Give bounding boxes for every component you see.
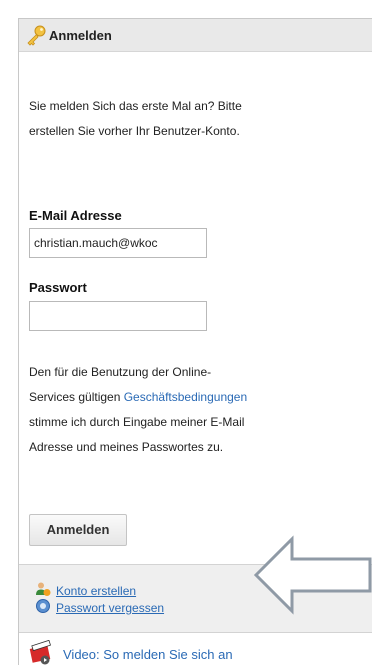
terms-line-2: Services gültigen Geschäftsbedingungen [29, 385, 372, 410]
key-icon [25, 24, 47, 46]
video-label: Video: So melden Sie sich an [63, 647, 233, 662]
email-field[interactable]: christian.mauch@wkoc [29, 228, 207, 258]
terms-line-3: stimme ich durch Eingabe meiner E-Mail [29, 415, 245, 429]
intro-line-2: erstellen Sie vorher Ihr Benutzer-Konto. [29, 124, 240, 138]
forgot-password-row: Passwort vergessen [35, 598, 164, 617]
terms-link[interactable]: Geschäftsbedingungen [124, 390, 247, 404]
password-field[interactable] [29, 301, 207, 331]
terms-line-4: Adresse und meines Passwortes zu. [29, 440, 224, 454]
email-label: E-Mail Adresse [29, 208, 122, 223]
panel-title: Anmelden [49, 27, 112, 43]
help-icon [35, 598, 51, 617]
intro-text: Sie melden Sich das erste Mal an? Bitte … [29, 94, 369, 144]
forgot-password-link[interactable]: Passwort vergessen [56, 601, 164, 615]
arrow-left-icon [254, 535, 372, 615]
panel-header: Anmelden [19, 18, 372, 52]
password-label: Passwort [29, 280, 87, 295]
intro-line-1: Sie melden Sich das erste Mal an? Bitte [29, 99, 242, 113]
create-account-link[interactable]: Konto erstellen [56, 584, 136, 598]
terms-text: Den für die Benutzung der Online- Servic… [29, 360, 372, 460]
login-button[interactable]: Anmelden [29, 514, 127, 546]
terms-line-2-text: Services gültigen [29, 390, 124, 404]
terms-line-1: Den für die Benutzung der Online- [29, 365, 212, 379]
